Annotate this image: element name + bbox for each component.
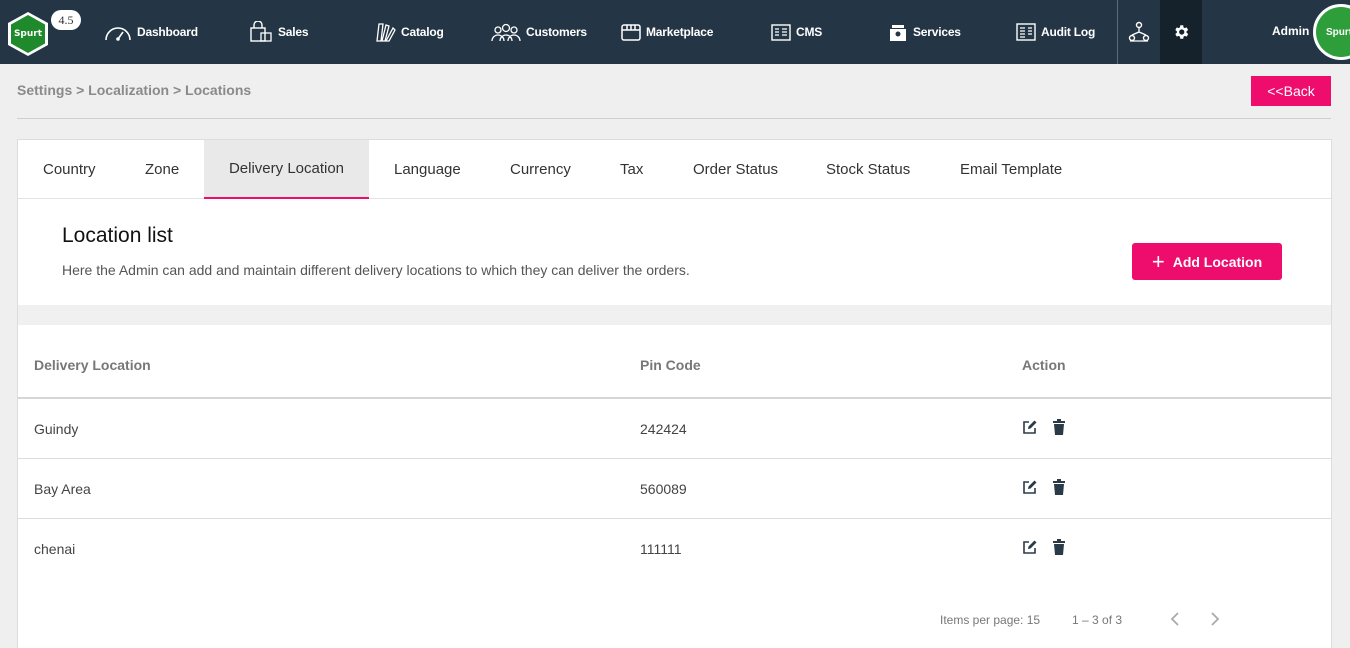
nav-dashboard-label: Dashboard — [137, 25, 198, 39]
nav-sales-label: Sales — [278, 25, 309, 39]
location-cell: chenai — [34, 541, 76, 557]
chevron-left-icon — [1170, 612, 1179, 626]
settings-button[interactable] — [1160, 0, 1202, 64]
nav-catalog[interactable]: Catalog — [375, 0, 444, 64]
breadcrumb: Settings > Localization > Locations — [17, 82, 252, 98]
tab-zone[interactable]: Zone — [145, 140, 179, 198]
table-row: Bay Area 560089 — [18, 459, 1331, 519]
nav-catalog-label: Catalog — [401, 25, 444, 39]
tab-currency[interactable]: Currency — [510, 140, 571, 198]
nav-services[interactable]: Services — [887, 0, 961, 64]
catalog-icon — [376, 23, 396, 42]
nav-customers-label: Customers — [526, 25, 587, 39]
column-header-pin: Pin Code — [640, 357, 701, 373]
shopping-bag-icon — [250, 21, 272, 42]
audit-log-icon — [1016, 23, 1036, 41]
items-per-page[interactable]: Items per page: 15 — [940, 613, 1040, 627]
edit-icon[interactable] — [1022, 539, 1038, 555]
hierarchy-button[interactable] — [1118, 0, 1160, 64]
table-row: Guindy 242424 — [18, 399, 1331, 459]
nav-audit-log-label: Audit Log — [1041, 25, 1096, 39]
nav-customers[interactable]: Customers — [490, 0, 587, 64]
nav-marketplace-label: Marketplace — [646, 25, 714, 39]
section-spacer — [18, 305, 1331, 325]
pin-cell: 111111 — [640, 541, 682, 557]
app-logo[interactable]: Spurt — [8, 12, 50, 58]
trash-icon[interactable] — [1051, 479, 1067, 495]
pin-cell: 560089 — [640, 481, 687, 497]
tab-email-template[interactable]: Email Template — [960, 140, 1062, 198]
edit-icon[interactable] — [1022, 479, 1038, 495]
nav-dashboard[interactable]: Dashboard — [103, 0, 198, 64]
prev-page-button[interactable] — [1166, 610, 1184, 628]
tab-delivery-location[interactable]: Delivery Location — [204, 140, 369, 199]
next-page-button[interactable] — [1206, 610, 1224, 628]
cms-icon — [771, 24, 791, 41]
table-row: chenai 111111 — [18, 519, 1331, 579]
nav-marketplace[interactable]: Marketplace — [620, 0, 713, 64]
location-cell: Bay Area — [34, 481, 91, 497]
locations-card: Country Zone Delivery Location Language … — [17, 139, 1332, 648]
avatar-text: Spurt — [1326, 26, 1350, 38]
top-navbar: Spurt 4.5 Dashboard Sales Catalog Custom… — [0, 0, 1350, 64]
tab-country[interactable]: Country — [43, 140, 96, 198]
trash-icon[interactable] — [1051, 419, 1067, 435]
nav-cms-label: CMS — [796, 25, 823, 39]
tab-order-status[interactable]: Order Status — [693, 140, 778, 198]
column-header-action: Action — [1022, 357, 1066, 373]
divider — [17, 118, 1331, 119]
speedometer-icon — [105, 27, 131, 41]
settings-tabs: Country Zone Delivery Location Language … — [18, 140, 1331, 199]
plus-icon: + — [1151, 248, 1165, 274]
column-header-location: Delivery Location — [34, 357, 151, 373]
nav-sales[interactable]: Sales — [248, 0, 309, 64]
customers-icon — [491, 23, 521, 42]
page-description: Here the Admin can add and maintain diff… — [62, 262, 690, 278]
trash-icon[interactable] — [1051, 539, 1067, 555]
nav-audit-log[interactable]: Audit Log — [1015, 0, 1095, 64]
location-cell: Guindy — [34, 421, 79, 437]
nav-services-label: Services — [913, 25, 961, 39]
tab-stock-status[interactable]: Stock Status — [826, 140, 910, 198]
logo-text: Spurt — [13, 29, 43, 39]
admin-name[interactable]: Admin — [1272, 24, 1309, 38]
add-location-button[interactable]: + Add Location — [1132, 243, 1282, 280]
edit-icon[interactable] — [1022, 419, 1038, 435]
nav-cms[interactable]: CMS — [770, 0, 822, 64]
version-badge: 4.5 — [51, 10, 81, 30]
avatar[interactable]: Spurt — [1313, 4, 1350, 60]
chevron-right-icon — [1211, 612, 1220, 626]
tab-language[interactable]: Language — [394, 140, 461, 198]
pin-cell: 242424 — [640, 421, 687, 437]
store-icon — [621, 24, 641, 41]
page-title: Location list — [62, 224, 173, 247]
services-icon — [890, 25, 906, 41]
tab-tax[interactable]: Tax — [620, 140, 643, 198]
page-range: 1 – 3 of 3 — [1072, 613, 1123, 627]
hierarchy-icon — [1128, 21, 1150, 42]
add-location-label: Add Location — [1172, 253, 1263, 270]
gear-icon — [1175, 25, 1189, 39]
back-button[interactable]: <<Back — [1251, 76, 1331, 106]
